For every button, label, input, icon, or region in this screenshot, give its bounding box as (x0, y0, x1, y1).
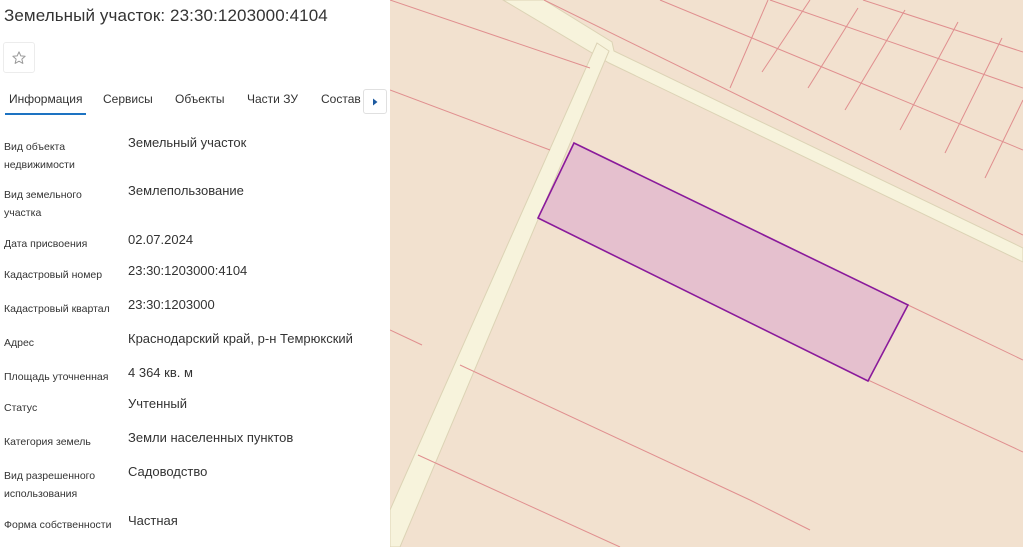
field-label: Форма собственности (4, 519, 112, 531)
field-label: Кадастровый номер (4, 269, 103, 281)
tab-bar: Информация Сервисы Объекты Части ЗУ Сост… (0, 88, 390, 118)
tab-parts[interactable]: Части ЗУ (247, 92, 298, 106)
field-value: Частная (128, 513, 178, 528)
field-label: Адрес (4, 337, 35, 349)
field-value: 23:30:1203000 (128, 297, 215, 312)
tabs-next-button[interactable] (363, 89, 387, 114)
page-title: Земельный участок: 23:30:1203000:4104 (4, 6, 328, 25)
chevron-right-icon (373, 98, 378, 105)
road (390, 42, 610, 547)
field-value: Учтенный (128, 396, 188, 411)
field-label: Вид земельного участка (4, 189, 82, 219)
tab-composition[interactable]: Состав (321, 92, 361, 106)
field-label: Кадастровый квартал (4, 303, 110, 315)
field-value: 02.07.2024 (128, 232, 194, 247)
field-label: Дата присвоения (4, 238, 88, 250)
info-panel: Земельный участок: 23:30:1203000:4104 Ин… (0, 0, 390, 547)
star-outline-icon (12, 50, 26, 64)
field-label: Категория земель (4, 436, 91, 448)
map-canvas[interactable] (390, 0, 1023, 547)
field-value: Земельный участок (128, 135, 247, 150)
field-value: Земли населенных пунктов (128, 430, 294, 445)
field-label: Площадь уточненная (4, 371, 109, 383)
field-value: Землепользование (128, 183, 244, 198)
field-value: Садоводство (128, 464, 208, 479)
favorite-button[interactable] (3, 42, 35, 73)
tab-services[interactable]: Сервисы (103, 92, 153, 106)
field-value: Краснодарский край, р-н Темрюкский (128, 331, 353, 346)
field-label: Статус (4, 402, 38, 414)
field-label: Вид разрешенного использования (4, 470, 96, 500)
field-label: Вид объекта недвижимости (4, 141, 75, 171)
cadastral-map[interactable] (390, 0, 1023, 547)
tab-objects[interactable]: Объекты (175, 92, 225, 106)
field-value: 4 364 кв. м (128, 365, 193, 380)
tab-info[interactable]: Информация (4, 92, 87, 115)
field-value: 23:30:1203000:4104 (128, 263, 248, 278)
